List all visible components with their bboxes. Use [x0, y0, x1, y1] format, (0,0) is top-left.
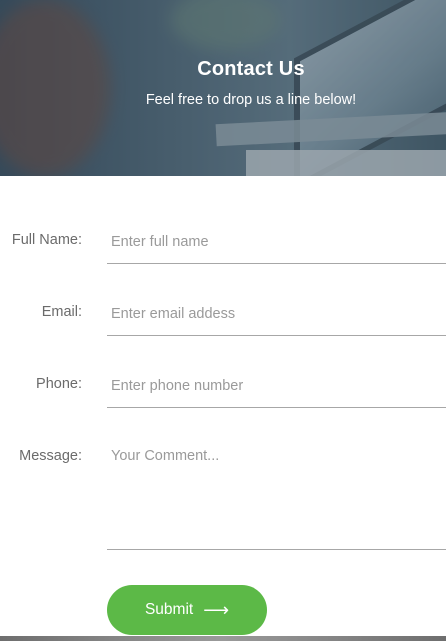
phone-field[interactable]: [107, 364, 446, 408]
full-name-field[interactable]: [107, 220, 446, 264]
full-name-label: Full Name:: [11, 232, 82, 248]
email-label: Email:: [41, 304, 82, 320]
email-field[interactable]: [107, 292, 446, 336]
message-label: Message:: [19, 448, 82, 464]
arrow-right-icon: ⟶: [203, 600, 230, 620]
submit-button[interactable]: Submit ⟶: [107, 585, 267, 635]
page-subtitle: Feel free to drop us a line below!: [145, 92, 357, 108]
phone-label: Phone:: [36, 376, 82, 392]
hero-overlay: [0, 0, 446, 176]
page-title: Contact Us: [197, 58, 305, 80]
hero-banner: Contact Us Feel free to drop us a line b…: [0, 0, 446, 176]
footer-edge: [0, 636, 446, 641]
message-textarea[interactable]: [107, 436, 446, 550]
submit-button-label: Submit: [144, 601, 194, 618]
